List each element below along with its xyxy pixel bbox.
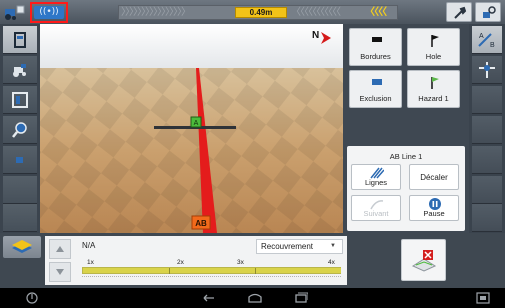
power-icon[interactable] [26,292,38,304]
vehicle-button[interactable] [3,56,37,84]
guidance-lightbar: 〉〉〉〉〉〉〉〉〉〉〉〉〉〉〉〉 0.49m 〈〈〈〈〈〈〈〈〈〈〈 〈〈〈〈 [118,5,398,20]
scale-label-1x: 1x [87,259,94,266]
empty-slot-button[interactable] [472,204,502,232]
scale-tick [255,268,256,274]
ab-line-panel: AB Line 1 Lignes Décaler Suivant Pause [347,146,465,231]
flag-boundary-icon [372,37,382,42]
empty-slot-button[interactable] [472,176,502,204]
dotted-guide [82,276,341,278]
scroll-down-button[interactable] [49,262,71,282]
layers-icon [12,240,32,253]
lignes-button[interactable]: Lignes [351,164,401,190]
decaler-label: Décaler [420,173,448,182]
vehicle-marker-label: A [194,120,199,127]
scale-label-3x: 3x [237,259,244,266]
map-layer-button[interactable] [3,146,37,174]
layer-icon [16,157,23,163]
ab-marker-label: AB [195,219,207,228]
compass-n-label: N [312,30,320,41]
overlap-scale-fill [83,268,341,273]
compass-arrow-icon [321,32,331,44]
flag-hazard-icon [431,77,439,89]
coverage-mode-dropdown[interactable]: Recouvrement ▼ [256,239,343,254]
flag-hole-icon [431,35,439,47]
implement-button[interactable] [3,86,37,114]
guidance-3d-view[interactable]: A AB N [40,24,343,233]
left-toolbar [0,24,40,233]
layers-button[interactable] [3,236,41,258]
arrow-up-icon [56,246,64,252]
satellite-gear-icon [483,6,496,18]
exclusion-button[interactable]: Exclusion [349,70,402,108]
empty-slot-button[interactable] [472,146,502,174]
gps-status-highlight[interactable]: ((•)) [30,2,68,23]
lightbar-active-chevrons: 〈〈〈〈 [365,7,387,18]
recent-apps-icon[interactable] [294,292,308,304]
field-icon [14,32,26,48]
coverage-mode-value: Recouvrement [261,242,314,251]
decaler-button[interactable]: Décaler [409,164,459,190]
arrow-down-icon [56,269,64,275]
hazard-1-label: Hazard 1 [418,94,449,103]
overlap-scale-bar [82,267,341,274]
right-toolbar: B A [469,24,505,233]
lignes-label: Lignes [364,178,388,187]
guidance-mode-button[interactable] [472,56,502,84]
implement-icon [12,92,28,108]
gps-signal-icon[interactable]: ((•)) [34,6,64,19]
coverage-panel-area: N/A Recouvrement ▼ 1x 2x 3x 4x [0,233,505,288]
coverage-panel: N/A Recouvrement ▼ 1x 2x 3x 4x [45,236,347,285]
search-tool-button[interactable] [3,116,37,144]
empty-slot-button[interactable] [472,86,502,114]
steering-icon [479,62,495,78]
hole-label: Hole [425,52,442,61]
lightbar-chevrons-left: 〉〉〉〉〉〉〉〉〉〉〉〉〉〉〉〉 [121,7,191,18]
back-icon[interactable] [202,292,216,304]
ab-line-mode-button[interactable]: B A [472,26,502,54]
chevron-down-icon: ▼ [330,243,336,249]
bordures-label: Bordures [360,52,391,61]
tractor-settings-icon[interactable] [4,3,26,21]
ab-line-title: AB Line 1 [389,152,423,161]
tractor-icon [13,64,26,77]
tools-button[interactable] [446,2,472,22]
top-status-bar: ((•)) 〉〉〉〉〉〉〉〉〉〉〉〉〉〉〉〉 0.49m 〈〈〈〈〈〈〈〈〈〈〈… [0,0,505,24]
scroll-up-button[interactable] [49,239,71,259]
scale-label-2x: 2x [177,259,184,266]
wrench-icon [454,6,467,19]
pause-button[interactable]: Pause [409,195,459,221]
hazard-1-button[interactable]: Hazard 1 [407,70,460,108]
map-alert-icon [412,250,436,272]
lightbar-chevrons-right: 〈〈〈〈〈〈〈〈〈〈〈 [291,7,341,18]
empty-slot-button[interactable] [472,116,502,144]
vehicle-settings-button[interactable] [475,2,501,22]
svg-text:A: A [479,33,484,40]
scale-label-4x: 4x [328,259,335,266]
empty-slot-button[interactable] [3,204,37,232]
scale-tick [169,268,170,274]
ab-line-icon: B A [478,33,495,49]
field-scene: A AB [40,24,343,233]
compass-north[interactable]: N [312,30,331,46]
suivant-label: Suivant [363,209,389,218]
home-icon[interactable] [247,292,263,304]
pause-label: Pause [423,209,445,218]
cross-track-distance: 0.49m [235,7,287,18]
bordures-button[interactable]: Bordures [349,28,402,66]
marking-panel: Bordures Hole Exclusion Hazard 1 AB Line… [343,24,469,233]
magnifier-icon [12,122,27,138]
field-tool-button[interactable] [3,26,37,54]
screenshot-icon[interactable] [476,292,490,304]
android-nav-bar [0,288,505,308]
coverage-value: N/A [82,241,96,250]
empty-slot-button[interactable] [3,176,37,204]
flag-exclusion-icon [372,79,382,85]
exclusion-label: Exclusion [359,94,392,103]
svg-text:B: B [490,42,495,49]
map-error-button[interactable] [401,239,446,281]
suivant-button[interactable]: Suivant [351,195,401,221]
hole-button[interactable]: Hole [407,28,460,66]
